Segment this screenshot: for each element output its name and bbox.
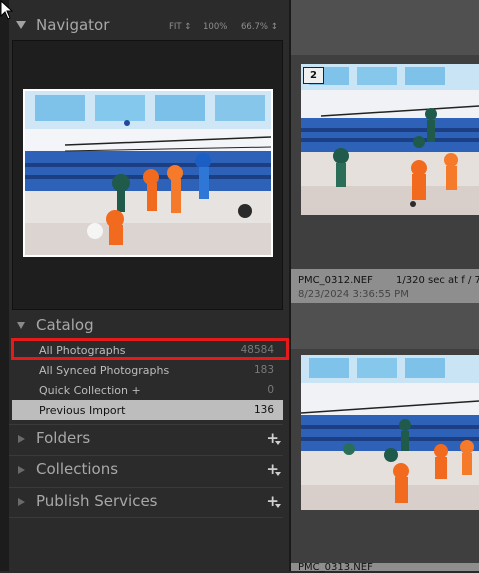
volleyball-photo-thumbnail <box>25 91 272 255</box>
collections-header[interactable]: Collections + <box>9 455 283 483</box>
catalog-row-count: 136 <box>253 404 274 416</box>
catalog-row-label: All Synced Photographs <box>39 364 170 377</box>
navigator-title: Navigator <box>36 16 110 34</box>
photo-metadata-bar: PMC_0313.NEF <box>291 562 479 573</box>
publish-services-title: Publish Services <box>36 492 158 510</box>
catalog-row-count: 183 <box>253 364 274 376</box>
zoom-custom-option[interactable]: 66.7% ↕ <box>241 22 278 32</box>
folders-title: Folders <box>36 429 91 447</box>
left-panel-edge <box>0 0 9 571</box>
catalog-row-all-synced-photographs[interactable]: All Synced Photographs 183 <box>12 360 283 380</box>
expand-triangle-icon[interactable] <box>18 498 25 506</box>
photo-filename: PMC_0313.NEF <box>298 562 373 573</box>
grid-cell[interactable]: PMC_0313.NEF <box>291 349 479 573</box>
photo-metadata-bar: PMC_0312.NEF 1/320 sec at f / 7.1 8/23/2… <box>291 269 479 303</box>
photo-index-badge: 2 <box>303 67 324 84</box>
catalog-row-label: Previous Import <box>39 404 126 417</box>
add-menu-caret-icon <box>275 441 281 445</box>
photo-exposure: 1/320 sec at f / 7.1 <box>396 275 479 286</box>
expand-triangle-icon[interactable] <box>18 466 25 474</box>
catalog-title: Catalog <box>36 316 94 334</box>
folders-header[interactable]: Folders + <box>9 424 283 452</box>
catalog-row-count: 0 <box>267 384 274 396</box>
mouse-cursor-icon <box>0 0 14 20</box>
add-menu-caret-icon <box>275 472 281 476</box>
collapse-triangle-icon[interactable] <box>16 21 26 29</box>
highlight-box <box>11 338 289 360</box>
add-menu-caret-icon <box>275 504 281 508</box>
catalog-row-label: Quick Collection + <box>39 384 141 397</box>
zoom-100-option[interactable]: 100% <box>203 22 227 32</box>
catalog-row-previous-import[interactable]: Previous Import 136 <box>12 400 283 420</box>
grid-cell[interactable]: 2 PMC_0312.NEF 1/320 sec at f / 7.1 8/23… <box>291 55 479 303</box>
catalog-row-quick-collection[interactable]: Quick Collection + 0 <box>12 380 283 400</box>
publish-services-header[interactable]: Publish Services + <box>9 487 283 515</box>
photo-thumbnail[interactable] <box>301 64 479 215</box>
photo-filename: PMC_0312.NEF <box>298 275 373 286</box>
navigator-header[interactable]: Navigator FIT ↕ 100% 66.7% ↕ <box>9 12 283 38</box>
zoom-fit-option[interactable]: FIT ↕ <box>169 22 191 32</box>
collapse-triangle-icon[interactable] <box>17 322 25 329</box>
section-divider <box>9 517 283 518</box>
collections-title: Collections <box>36 460 119 478</box>
volleyball-photo <box>301 64 479 215</box>
navigator-thumbnail[interactable] <box>23 89 273 257</box>
photo-date: 8/23/2024 3:36:55 PM <box>298 289 409 300</box>
volleyball-photo <box>301 355 479 510</box>
photo-thumbnail[interactable] <box>301 355 479 510</box>
catalog-header[interactable]: Catalog <box>9 315 283 337</box>
expand-triangle-icon[interactable] <box>18 435 25 443</box>
